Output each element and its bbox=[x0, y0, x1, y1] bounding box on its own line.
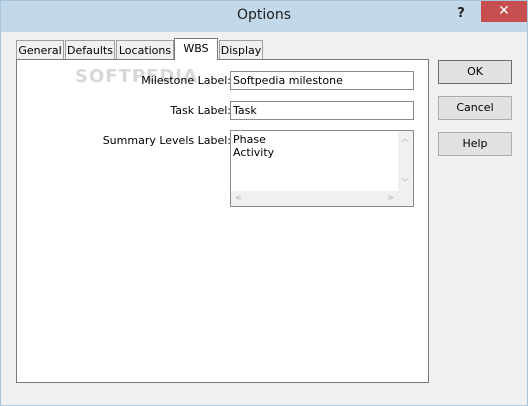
scroll-up-icon[interactable]: ︿ bbox=[401, 134, 409, 144]
list-item: Phase bbox=[233, 133, 266, 146]
cancel-button[interactable]: Cancel bbox=[438, 96, 512, 120]
vertical-scrollbar[interactable]: ︿ ﹀ bbox=[398, 131, 413, 191]
tab-general[interactable]: General bbox=[16, 40, 64, 59]
wbs-tab-panel: SOFTPEDIA Milestone Label: Softpedia mil… bbox=[16, 59, 429, 383]
close-icon[interactable]: ✕ bbox=[481, 1, 527, 22]
horizontal-scrollbar[interactable]: < > bbox=[231, 191, 398, 206]
milestone-label: Milestone Label: bbox=[141, 74, 231, 87]
tab-defaults[interactable]: Defaults bbox=[65, 40, 115, 59]
scrollbar-corner bbox=[398, 191, 413, 206]
summary-levels-label: Summary Levels Label: bbox=[102, 134, 231, 147]
dialog-client-area: General Defaults Locations WBS Display S… bbox=[8, 32, 520, 398]
summary-levels-textarea[interactable]: Phase Activity ︿ ﹀ < > bbox=[230, 130, 414, 207]
tab-wbs[interactable]: WBS bbox=[174, 38, 218, 60]
help-icon[interactable]: ? bbox=[447, 5, 475, 23]
help-button[interactable]: Help bbox=[438, 132, 512, 156]
milestone-label-input[interactable]: Softpedia milestone bbox=[230, 71, 414, 90]
scroll-right-icon[interactable]: > bbox=[387, 193, 394, 203]
tab-display[interactable]: Display bbox=[219, 40, 263, 59]
tab-locations[interactable]: Locations bbox=[116, 40, 174, 59]
ok-button[interactable]: OK bbox=[438, 60, 512, 84]
title-bar[interactable]: Options ? ✕ bbox=[1, 1, 527, 32]
scroll-left-icon[interactable]: < bbox=[235, 193, 242, 203]
scroll-down-icon[interactable]: ﹀ bbox=[401, 178, 409, 188]
options-dialog: Options ? ✕ General Defaults Locations W… bbox=[0, 0, 528, 406]
list-item: Activity bbox=[233, 146, 275, 159]
task-label-input[interactable]: Task bbox=[230, 101, 414, 120]
task-label: Task Label: bbox=[170, 104, 231, 117]
